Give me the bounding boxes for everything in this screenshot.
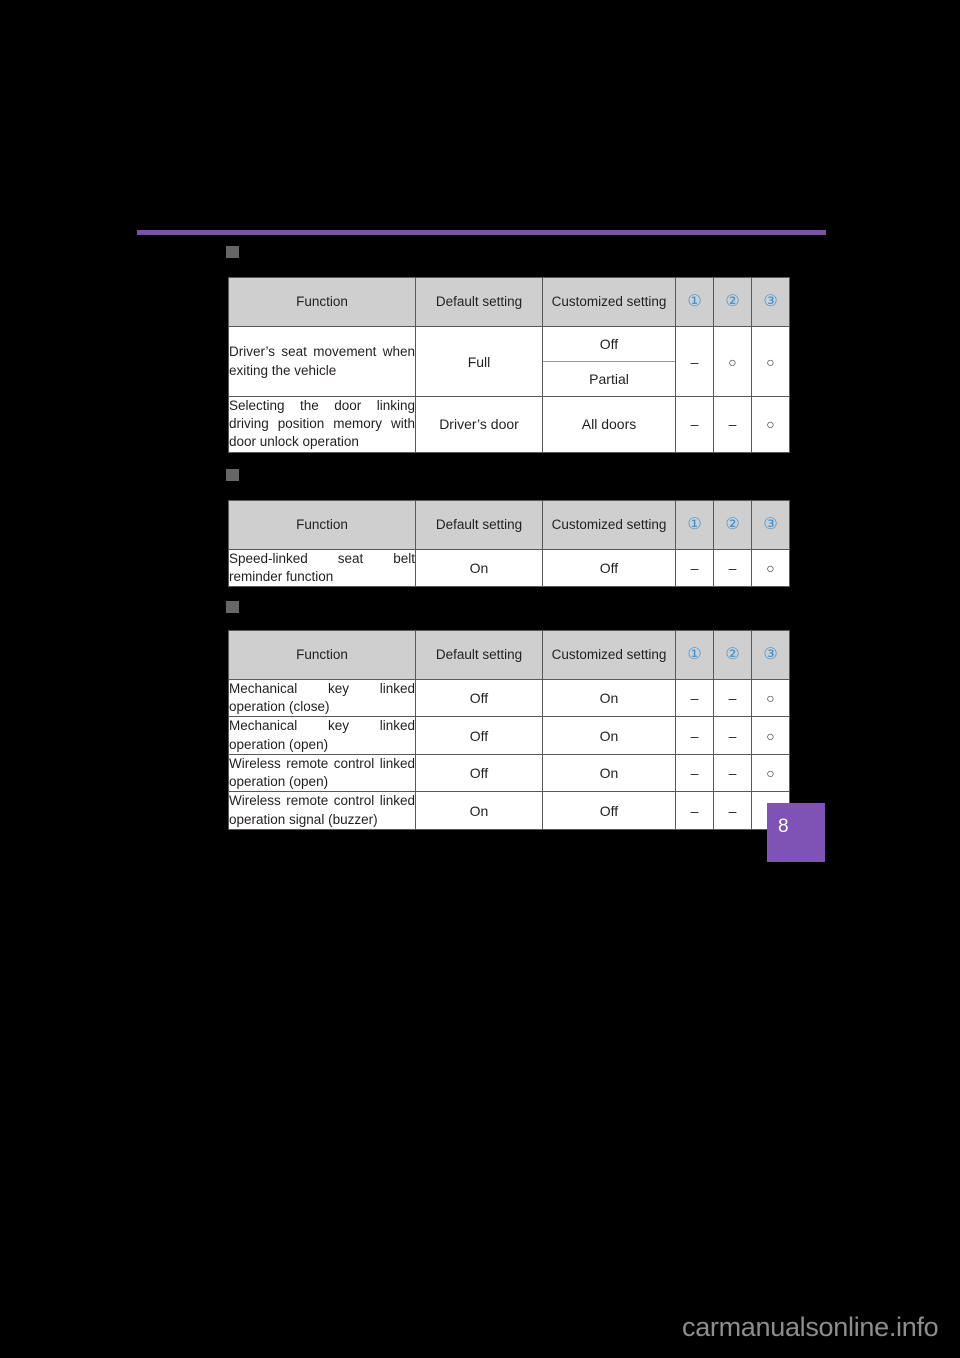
cell-customized-setting: Off <box>542 548 676 588</box>
table-row: Mechanical key linked operation (close) … <box>228 678 790 718</box>
site-watermark: carmanualsonline.info <box>682 1312 939 1342</box>
cell-customized-option: Partial <box>589 371 629 387</box>
header-rule <box>137 230 826 235</box>
table-row: Mechanical key linked operation (open) O… <box>228 716 790 755</box>
table-header-row: Function Default setting Customized sett… <box>228 277 790 327</box>
settings-table-1: Function Default setting Customized sett… <box>228 277 790 453</box>
cell-default-setting: Off <box>415 716 543 755</box>
cell-customized-setting: All doors <box>542 396 676 453</box>
cell-customized-setting: Off Partial <box>542 326 676 397</box>
settings-table-3: Function Default setting Customized sett… <box>228 630 790 830</box>
column-header-mark-3: ③ <box>763 646 778 663</box>
column-header-mark-1: ① <box>687 646 702 663</box>
column-header-mark-3: ③ <box>763 293 778 310</box>
cell-customized-setting: On <box>542 716 676 755</box>
cell-function: Wireless remote control linked operation… <box>228 753 416 793</box>
table-row: Driver’s seat movement when exiting the … <box>228 326 790 397</box>
cell-mark-3: ○ <box>751 396 790 453</box>
settings-table-2: Function Default setting Customized sett… <box>228 500 790 588</box>
cell-default-setting: Off <box>415 678 543 718</box>
table-row: Wireless remote control linked operation… <box>228 791 790 830</box>
cell-default-setting: On <box>415 791 543 830</box>
cell-default-setting: Off <box>415 753 543 793</box>
column-header-function: Function <box>228 277 416 327</box>
section-marker-2 <box>226 469 239 481</box>
cell-function: Driver’s seat movement when exiting the … <box>228 326 416 397</box>
cell-mark-2: – <box>713 716 752 755</box>
section-marker-1 <box>226 246 239 258</box>
column-header-mark-2: ② <box>725 293 740 310</box>
cell-mark-2: – <box>713 396 752 453</box>
cell-mark-1: – <box>675 326 714 397</box>
cell-customized-setting: On <box>542 753 676 793</box>
cell-default-setting: Full <box>415 326 543 397</box>
cell-mark-2: ○ <box>713 326 752 397</box>
column-header-mark-1: ① <box>687 516 702 533</box>
column-header-mark-2: ② <box>725 646 740 663</box>
cell-function: Speed-linked seat belt reminder function <box>228 548 416 588</box>
cell-mark-1: – <box>675 716 714 755</box>
cell-mark-1: – <box>675 791 714 830</box>
cell-mark-1: – <box>675 548 714 588</box>
cell-mark-3: ○ <box>751 548 790 588</box>
cell-function: Mechanical key linked operation (close) <box>228 678 416 718</box>
column-header-mark-1: ① <box>687 293 702 310</box>
cell-default-setting: Driver’s door <box>415 396 543 453</box>
cell-default-setting: On <box>415 548 543 588</box>
column-header-default-setting: Default setting <box>415 630 543 680</box>
table-row: Selecting the door linking driving posit… <box>228 396 790 453</box>
column-header-default-setting: Default setting <box>415 500 543 550</box>
cell-mark-2: – <box>713 791 752 830</box>
cell-mark-3: ○ <box>751 716 790 755</box>
cell-mark-3: ○ <box>751 326 790 397</box>
cell-function: Wireless remote control linked operation… <box>228 791 416 830</box>
column-header-default-setting: Default setting <box>415 277 543 327</box>
cell-mark-2: – <box>713 678 752 718</box>
column-header-mark-2: ② <box>725 516 740 533</box>
column-header-customized-setting: Customized setting <box>542 630 676 680</box>
column-header-function: Function <box>228 630 416 680</box>
chapter-number: 8 <box>778 816 789 837</box>
column-header-customized-setting: Customized setting <box>542 277 676 327</box>
table-header-row: Function Default setting Customized sett… <box>228 630 790 680</box>
cell-mark-1: – <box>675 753 714 793</box>
cell-mark-2: – <box>713 548 752 588</box>
chapter-tab: 8 <box>767 803 825 862</box>
cell-mark-1: – <box>675 678 714 718</box>
cell-customized-setting: Off <box>542 791 676 830</box>
column-header-customized-setting: Customized setting <box>542 500 676 550</box>
table-header-row: Function Default setting Customized sett… <box>228 500 790 550</box>
manual-page: Function Default setting Customized sett… <box>0 0 960 1358</box>
section-marker-3 <box>226 601 239 613</box>
column-header-mark-3: ③ <box>763 516 778 533</box>
cell-mark-3: ○ <box>751 678 790 718</box>
cell-mark-2: – <box>713 753 752 793</box>
column-header-function: Function <box>228 500 416 550</box>
cell-mark-1: – <box>675 396 714 453</box>
cell-function: Mechanical key linked operation (open) <box>228 716 416 755</box>
cell-function: Selecting the door linking driving posit… <box>228 396 416 453</box>
cell-customized-option: Off <box>543 327 675 362</box>
cell-customized-setting: On <box>542 678 676 718</box>
table-row: Speed-linked seat belt reminder function… <box>228 548 790 588</box>
cell-mark-3: ○ <box>751 753 790 793</box>
table-row: Wireless remote control linked operation… <box>228 753 790 793</box>
